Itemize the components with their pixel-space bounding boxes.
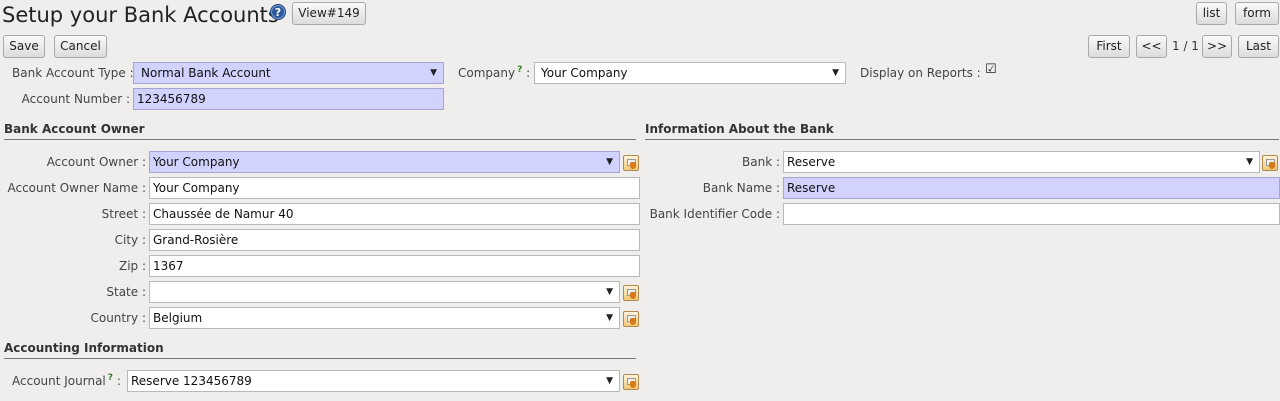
- account-owner-label: Account Owner :: [46, 155, 146, 169]
- chevron-down-icon: ▼: [430, 68, 437, 78]
- chevron-down-icon: ▼: [832, 68, 839, 78]
- form-view-button[interactable]: form: [1235, 2, 1279, 25]
- state-label: State :: [106, 285, 146, 299]
- account-owner-name-label: Account Owner Name :: [7, 181, 146, 195]
- country-label: Country :: [90, 311, 146, 325]
- display-on-reports-label: Display on Reports :: [860, 66, 981, 80]
- list-view-button[interactable]: list: [1196, 2, 1227, 25]
- company-select[interactable]: Your Company ▼: [534, 62, 846, 84]
- country-value: Belgium: [153, 311, 203, 325]
- account-owner-select[interactable]: Your Company ▼: [149, 151, 620, 173]
- account-journal-help-icon[interactable]: ?: [108, 373, 113, 383]
- bank-name-label: Bank Name :: [702, 181, 780, 195]
- zip-label: Zip :: [118, 259, 146, 273]
- company-label-colon: :: [526, 66, 531, 80]
- account-owner-value: Your Company: [153, 155, 240, 169]
- chevron-down-icon: ▼: [1246, 157, 1253, 167]
- account-journal-search-icon[interactable]: [623, 374, 639, 390]
- bank-name-input[interactable]: Reserve: [783, 177, 1280, 199]
- account-owner-search-icon[interactable]: [623, 155, 639, 171]
- bank-account-type-value: Normal Bank Account: [141, 66, 271, 80]
- account-journal-label-colon: :: [116, 374, 121, 388]
- bank-account-type-label: Bank Account Type :: [12, 66, 134, 80]
- accounting-information-section: Accounting Information: [4, 341, 636, 359]
- company-value: Your Company: [541, 66, 628, 80]
- state-select[interactable]: ▼: [149, 281, 620, 303]
- display-on-reports-checkbox[interactable]: ☑: [985, 63, 997, 76]
- last-button[interactable]: Last: [1238, 35, 1279, 58]
- save-button[interactable]: Save: [3, 35, 45, 58]
- bank-label: Bank :: [742, 155, 780, 169]
- bic-label: Bank Identifier Code :: [649, 207, 780, 221]
- bank-info-section: Information About the Bank: [645, 122, 1279, 140]
- chevron-down-icon: ▼: [606, 376, 613, 386]
- page-title: Setup your Bank Accounts: [2, 3, 279, 27]
- cancel-button[interactable]: Cancel: [54, 35, 107, 58]
- street-label: Street :: [101, 207, 146, 221]
- country-search-icon[interactable]: [623, 311, 639, 327]
- help-icon[interactable]: ?: [270, 4, 286, 20]
- bank-value: Reserve: [787, 155, 836, 169]
- previous-button[interactable]: <<: [1136, 35, 1167, 58]
- account-owner-name-input[interactable]: Your Company: [149, 177, 640, 199]
- pager-position: 1 / 1: [1172, 39, 1199, 53]
- account-number-label: Account Number :: [21, 92, 130, 106]
- chevron-down-icon: ▼: [606, 157, 613, 167]
- bank-account-owner-section: Bank Account Owner: [4, 122, 636, 140]
- zip-input[interactable]: 1367: [149, 255, 640, 277]
- bank-search-icon[interactable]: [1262, 155, 1278, 171]
- account-number-input[interactable]: 123456789: [133, 88, 444, 110]
- account-journal-label: Account Journal? :: [12, 371, 121, 393]
- bank-account-type-select[interactable]: Normal Bank Account ▼: [133, 62, 444, 84]
- country-select[interactable]: Belgium ▼: [149, 307, 620, 329]
- city-input[interactable]: Grand-Rosière: [149, 229, 640, 251]
- bank-select[interactable]: Reserve ▼: [783, 151, 1260, 173]
- first-button[interactable]: First: [1088, 35, 1130, 58]
- city-label: City :: [114, 233, 146, 247]
- bic-input[interactable]: [783, 203, 1280, 225]
- company-label: Company? :: [458, 63, 530, 85]
- account-journal-select[interactable]: Reserve 123456789 ▼: [127, 370, 620, 392]
- account-journal-label-text: Account Journal: [12, 374, 106, 388]
- next-button[interactable]: >>: [1202, 35, 1232, 58]
- state-search-icon[interactable]: [623, 285, 639, 301]
- company-help-icon[interactable]: ?: [517, 65, 522, 75]
- street-input[interactable]: Chaussée de Namur 40: [149, 203, 640, 225]
- view-id-button[interactable]: View#149: [292, 2, 366, 25]
- chevron-down-icon: ▼: [606, 287, 613, 297]
- chevron-down-icon: ▼: [606, 313, 613, 323]
- company-label-text: Company: [458, 66, 516, 80]
- account-journal-value: Reserve 123456789: [131, 374, 252, 388]
